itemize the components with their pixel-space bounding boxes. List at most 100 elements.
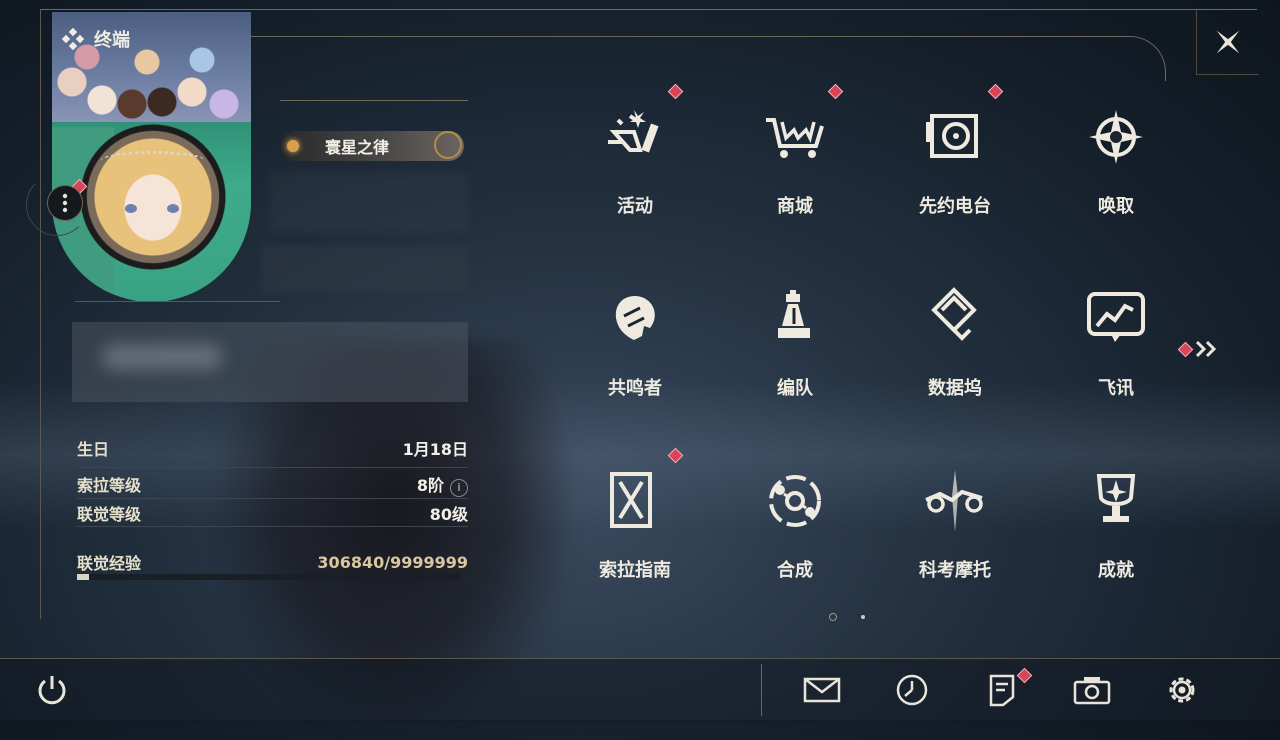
- info-value: 8阶: [416, 476, 444, 495]
- menu-item-2[interactable]: 商城: [725, 80, 865, 220]
- menu-item-8[interactable]: 飞讯: [1046, 262, 1186, 402]
- bottom-separator: [761, 664, 762, 716]
- trophy-icon: [1096, 474, 1136, 522]
- ring-icon: [434, 131, 462, 159]
- info-row-exp: 联觉经验 306840/9999999: [77, 550, 468, 574]
- exp-progress-bar: [77, 574, 461, 580]
- power-icon: [38, 676, 66, 705]
- menu-item-5[interactable]: 共鸣者: [565, 262, 705, 402]
- hidden-signature-text: [102, 344, 222, 370]
- info-label: 联觉等级: [77, 505, 142, 524]
- menu-item-icon-wrap: [600, 102, 670, 172]
- camera-button[interactable]: [1070, 668, 1114, 712]
- info-separator: [77, 498, 468, 499]
- guide-book-icon: [610, 472, 652, 528]
- frame-top-line: [40, 9, 1257, 10]
- mail-button[interactable]: [800, 668, 844, 712]
- profile-divider: [75, 301, 280, 302]
- next-page-button[interactable]: [1177, 340, 1219, 358]
- info-separator: [77, 526, 468, 527]
- menu-item-10[interactable]: 合成: [725, 444, 865, 584]
- info-icon[interactable]: i: [450, 478, 468, 497]
- menu-item-label: 科考摩托: [919, 560, 991, 581]
- menu-item-3[interactable]: 先约电台: [885, 80, 1025, 220]
- message-icon: [1087, 292, 1145, 342]
- menu-item-9[interactable]: 索拉指南: [565, 444, 705, 584]
- title-badge[interactable]: 寰星之律: [281, 131, 464, 161]
- terminal-icon: [62, 28, 84, 50]
- shop-cart-icon: [766, 118, 824, 158]
- close-icon: [1216, 30, 1240, 54]
- menu-item-icon-wrap: [760, 284, 830, 354]
- menu-item-label: 活动: [617, 196, 653, 217]
- data-dock-icon: [931, 287, 977, 341]
- frame-inner-border: [250, 36, 1166, 81]
- info-value-wrap: 8阶 i: [417, 472, 468, 497]
- menu-item-icon-wrap: [1081, 102, 1151, 172]
- close-button[interactable]: [1196, 10, 1259, 75]
- notice-icon: [989, 674, 1015, 707]
- menu-item-label: 编队: [777, 378, 813, 399]
- power-button[interactable]: [30, 668, 74, 712]
- menu-item-icon-wrap: [760, 102, 830, 172]
- menu-item-icon-wrap: [920, 466, 990, 536]
- menu-item-icon-wrap: [1081, 284, 1151, 354]
- double-chevron-right-icon: [1195, 340, 1217, 358]
- menu-item-7[interactable]: 数据坞: [885, 262, 1025, 402]
- menu-item-icon-wrap: [600, 284, 670, 354]
- synthesis-icon: [769, 475, 821, 527]
- hidden-signature-area: [72, 322, 468, 402]
- menu-item-6[interactable]: 编队: [725, 262, 865, 402]
- hidden-id-area: [262, 246, 468, 292]
- info-value: 1月18日: [402, 440, 468, 459]
- info-separator: [77, 467, 468, 468]
- menu-item-badge: [667, 83, 684, 100]
- menu-item-label: 索拉指南: [599, 560, 671, 581]
- more-vertical-icon: [62, 193, 68, 213]
- menu-item-label: 合成: [777, 560, 813, 581]
- compass-star-icon: [1089, 110, 1143, 164]
- avatar-eye-left: [125, 204, 137, 213]
- menu-item-label: 飞讯: [1098, 378, 1134, 399]
- menu-item-11[interactable]: 科考摩托: [885, 444, 1025, 584]
- next-page-badge: [1177, 341, 1194, 357]
- menu-item-badge: [667, 447, 684, 464]
- menu-item-label: 成就: [1098, 560, 1134, 581]
- menu-item-label: 先约电台: [919, 196, 991, 217]
- info-label: 索拉等级: [77, 476, 142, 496]
- page-title: 终端: [62, 26, 130, 52]
- menu-item-label: 唤取: [1098, 196, 1134, 217]
- info-row-birthday: 生日 1月18日: [77, 436, 468, 460]
- menu-item-icon-wrap: [920, 102, 990, 172]
- mail-icon: [803, 677, 841, 703]
- name-underline: [280, 100, 468, 101]
- info-value: 80级: [429, 505, 468, 524]
- menu-item-4[interactable]: 唤取: [1046, 80, 1186, 220]
- page-indicator-2[interactable]: [861, 615, 865, 619]
- page-indicator-1[interactable]: [829, 613, 837, 621]
- menu-item-badge: [827, 83, 844, 100]
- settings-icon: [1169, 677, 1195, 703]
- profile-menu-button[interactable]: [47, 185, 83, 221]
- avatar[interactable]: [87, 131, 219, 263]
- page-title-text: 终端: [94, 30, 130, 51]
- chess-team-icon: [778, 290, 810, 338]
- menu-item-icon-wrap: [600, 466, 670, 536]
- time-button[interactable]: [890, 668, 934, 712]
- camera-icon: [1073, 677, 1111, 705]
- menu-item-icon-wrap: [920, 284, 990, 354]
- menu-item-icon-wrap: [1081, 466, 1151, 536]
- menu-item-12[interactable]: 成就: [1046, 444, 1186, 584]
- frame-left-line: [40, 9, 41, 619]
- menu-item-1[interactable]: 活动: [565, 80, 705, 220]
- info-row-union-level: 联觉等级 80级: [77, 501, 468, 525]
- motorcycle-icon: [925, 470, 983, 532]
- menu-item-label: 共鸣者: [608, 378, 662, 399]
- settings-button[interactable]: [1160, 668, 1204, 712]
- exp-label: 联觉经验: [77, 554, 142, 573]
- clock-icon: [896, 674, 928, 706]
- info-label: 生日: [77, 440, 110, 459]
- info-row-sola-level: 索拉等级 8阶 i: [77, 472, 468, 497]
- exp-progress-fill: [77, 574, 89, 580]
- resonator-icon: [615, 296, 655, 340]
